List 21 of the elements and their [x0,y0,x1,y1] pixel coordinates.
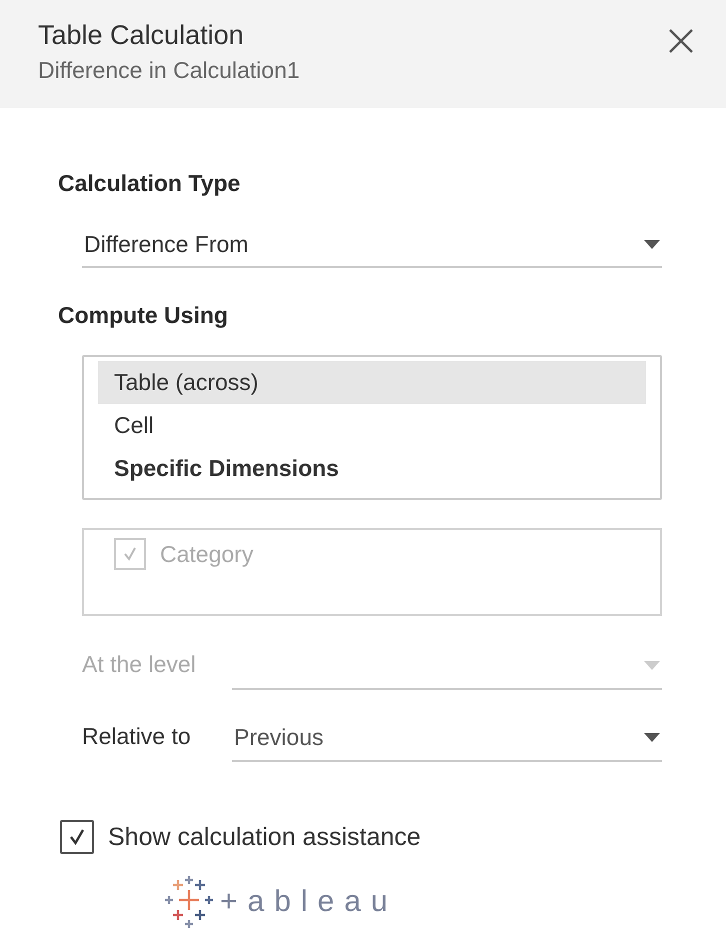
compute-using-list[interactable]: Table (across) Cell Specific Dimensions [82,355,662,500]
panel-subtitle: Difference in Calculation1 [38,57,300,84]
list-option[interactable]: Cell [98,404,646,447]
caret-icon [644,732,660,742]
panel-title: Table Calculation [38,20,245,51]
caret-icon [644,240,660,249]
field-label: Relative to [82,723,192,751]
field-dropdown[interactable]: Previous [232,716,662,762]
logo-icon [164,876,214,928]
checkbox[interactable] [60,820,94,854]
section-label: Calculation Type [58,170,242,197]
section-label: Compute Using [58,302,229,329]
calculation-type-dropdown[interactable]: Difference From [82,225,662,268]
logo-wordmark: +ableau [220,885,398,919]
list-option[interactable]: Specific Dimensions [98,447,646,490]
list-option[interactable]: Table (across) [98,361,646,404]
checkbox-label: Show calculation assistance [108,822,421,852]
close-icon [668,28,694,54]
dimension-label: Category [160,540,254,568]
field-label: At the level [82,651,197,679]
caret-icon [644,660,660,670]
